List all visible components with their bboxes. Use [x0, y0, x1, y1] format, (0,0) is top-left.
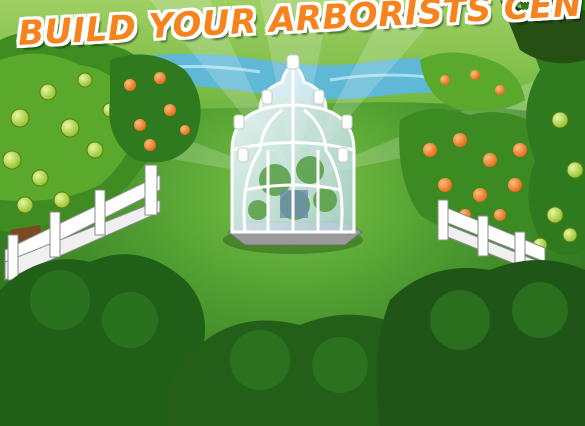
game-scene: BUILD YOUR ARBORISTS CENTER! [0, 0, 585, 426]
scene-art [0, 0, 585, 426]
